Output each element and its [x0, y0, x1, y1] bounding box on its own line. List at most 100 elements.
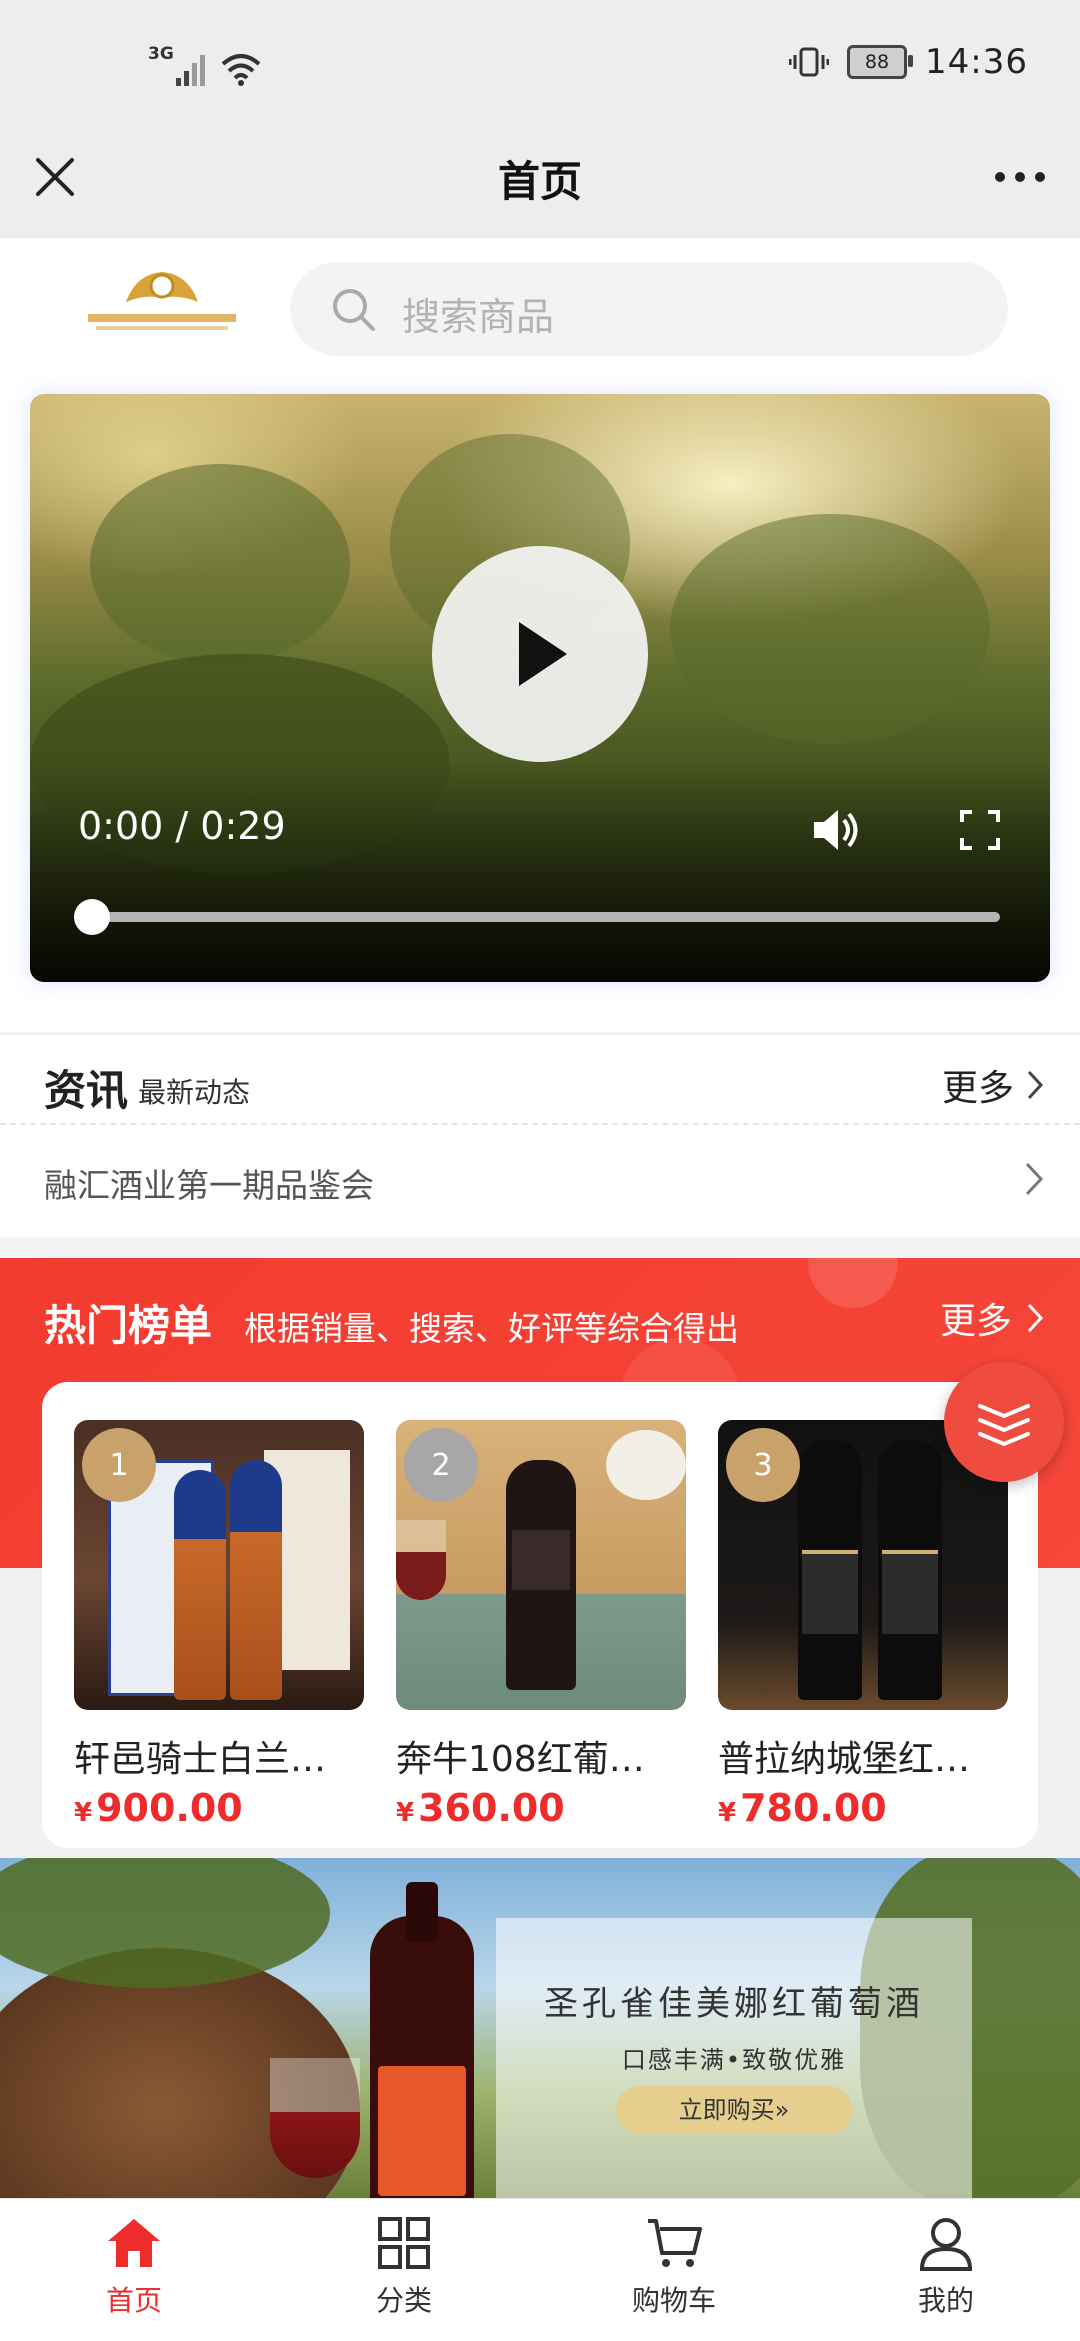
product-label	[882, 1550, 938, 1634]
divider	[0, 1123, 1080, 1125]
wine-glass	[270, 2058, 360, 2178]
volume-icon[interactable]	[808, 802, 864, 858]
news-title: 资讯	[44, 1066, 129, 1115]
product-price: ¥900.00	[74, 1786, 364, 1830]
price-value: 360.00	[418, 1786, 565, 1830]
currency-symbol: ¥	[74, 1798, 93, 1828]
tab-category[interactable]: 分类	[304, 2213, 504, 2319]
product-name: 奔牛108红葡…	[396, 1739, 645, 1780]
flowers	[606, 1430, 686, 1500]
wifi-icon	[221, 54, 261, 86]
tab-mine[interactable]: 我的	[846, 2213, 1046, 2319]
floating-menu-button[interactable]	[944, 1362, 1064, 1482]
product-bottle	[174, 1470, 226, 1700]
layers-icon	[978, 1404, 1030, 1447]
news-item-title: 融汇酒业第一期品鉴会	[44, 1166, 374, 1205]
product-price: ¥360.00	[396, 1786, 686, 1830]
hot-list-subtitle: 根据销量、搜索、好评等综合得出	[244, 1309, 739, 1348]
product-name: 普拉纳城堡红…	[718, 1739, 971, 1780]
vine-leaves	[0, 1858, 330, 1988]
news-subtitle: 最新动态	[138, 1076, 251, 1109]
video-foliage	[670, 514, 990, 744]
clock: 14:36	[925, 42, 1028, 82]
price-value: 900.00	[96, 1786, 243, 1830]
bottom-tab-bar: 首页 分类 购物车 我的	[0, 2198, 1080, 2341]
tab-label: 首页	[105, 2284, 162, 2317]
wine-bottle	[370, 1882, 474, 2198]
tab-home[interactable]: 首页	[34, 2213, 234, 2319]
rank-number: 3	[753, 1447, 773, 1483]
product-card[interactable]: 2 奔牛108红葡… ¥360.00	[396, 1420, 686, 1830]
signal-icon	[175, 55, 205, 86]
tab-label: 购物车	[631, 2284, 716, 2317]
nav-bar: 首页	[0, 130, 1080, 238]
hot-more-label: 更多	[939, 1301, 1012, 1342]
battery-indicator: 88	[847, 45, 914, 79]
product-card[interactable]: 1 轩邑骑士白兰… ¥900.00	[74, 1420, 364, 1830]
product-bottle	[230, 1460, 282, 1700]
buy-now-button[interactable]: 立即购买»	[616, 2086, 852, 2134]
product-price: ¥780.00	[718, 1786, 1008, 1830]
currency-symbol: ¥	[396, 1798, 415, 1828]
status-right: 88 14:36	[789, 42, 1028, 82]
news-more-link[interactable]: 更多	[942, 1059, 1044, 1111]
product-card[interactable]: 3 普拉纳城堡红… ¥780.00	[718, 1420, 1008, 1830]
battery-level: 88	[864, 51, 890, 73]
product-name: 轩邑骑士白兰…	[74, 1739, 327, 1780]
vibrate-icon	[789, 47, 830, 77]
cart-icon	[648, 2219, 702, 2267]
tab-label: 我的	[917, 2284, 974, 2317]
bottle-label	[378, 2066, 466, 2196]
banner-headline: 圣孔雀佳美娜红葡萄酒	[544, 1984, 924, 2024]
video-progress-bar[interactable]	[74, 899, 1000, 935]
rank-number: 2	[431, 1447, 451, 1483]
tab-cart[interactable]: 购物车	[574, 2213, 774, 2319]
rank-number: 1	[109, 1447, 129, 1483]
page-title: 首页	[497, 157, 582, 206]
news-section: 资讯 最新动态 更多 融汇酒业第一期品鉴会	[0, 1034, 1080, 1237]
wine-glass	[396, 1520, 446, 1600]
video-player[interactable]: 0:00 / 0:29	[30, 394, 1050, 982]
hot-list-card: 1 轩邑骑士白兰… ¥900.00 2 奔牛108红葡… ¥360.00 3 普…	[42, 1382, 1038, 1848]
price-value: 780.00	[740, 1786, 887, 1830]
company-logo[interactable]	[66, 268, 258, 340]
hot-list-title: 热门榜单	[44, 1301, 213, 1350]
search-placeholder: 搜索商品	[402, 295, 555, 339]
grid-icon	[378, 2217, 430, 2269]
play-icon	[519, 622, 567, 686]
chevron-right-icon	[1027, 1070, 1044, 1100]
banner-text-panel: 圣孔雀佳美娜红葡萄酒 口感丰满•致敬优雅 立即购买»	[496, 1918, 972, 2198]
product-image[interactable]: 2	[396, 1420, 686, 1710]
video-time: 0:00 / 0:29	[78, 804, 286, 848]
more-icon[interactable]	[990, 152, 1050, 202]
chevron-right-icon	[1025, 1162, 1044, 1196]
network-type: 3G	[148, 44, 174, 64]
product-label	[512, 1530, 570, 1590]
status-bar: 3G 88 14:36	[0, 0, 1080, 130]
chevron-right-icon	[1027, 1303, 1044, 1333]
rank-badge: 1	[82, 1428, 156, 1502]
banner-tagline: 口感丰满•致敬优雅	[621, 2046, 847, 2074]
home-icon	[108, 2219, 160, 2267]
user-icon	[919, 2218, 973, 2271]
hot-list-section: 热门榜单 根据销量、搜索、好评等综合得出 更多 1 轩邑骑士白兰… ¥900.0…	[0, 1258, 1080, 1858]
video-section: 0:00 / 0:29	[0, 370, 1080, 1032]
play-button[interactable]	[432, 546, 648, 762]
header: 搜索商品	[0, 238, 1080, 370]
promo-banner[interactable]: 圣孔雀佳美娜红葡萄酒 口感丰满•致敬优雅 立即购买»	[0, 1858, 1080, 2198]
signal-group: 3G	[148, 44, 262, 86]
product-label	[802, 1550, 858, 1634]
news-item[interactable]: 融汇酒业第一期品鉴会	[0, 1127, 1080, 1235]
decor-bubble	[808, 1258, 898, 1308]
fullscreen-icon[interactable]	[958, 808, 1002, 852]
video-controls-shade	[30, 762, 1050, 982]
rank-badge: 3	[726, 1428, 800, 1502]
video-progress-knob[interactable]	[74, 899, 110, 935]
video-foliage	[90, 464, 350, 664]
hot-more-link[interactable]: 更多	[940, 1292, 1044, 1344]
currency-symbol: ¥	[718, 1798, 737, 1828]
search-icon	[333, 289, 375, 331]
product-image[interactable]: 1	[74, 1420, 364, 1710]
search-bar[interactable]: 搜索商品	[290, 262, 1008, 356]
rank-badge: 2	[404, 1428, 478, 1502]
